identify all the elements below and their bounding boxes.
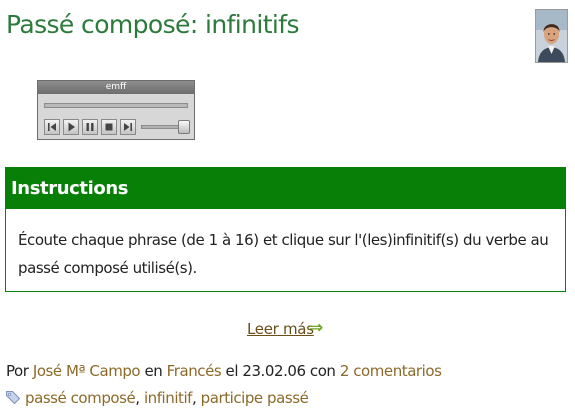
previous-button[interactable] [44,119,60,135]
pause-icon [86,123,94,131]
instructions-heading: Instructions [6,168,565,209]
next-icon [124,123,132,131]
author-link[interactable]: José Mª Campo [33,362,141,380]
post-title[interactable]: Passé composé: infinitifs [6,10,299,39]
tag-link[interactable]: participe passé [201,389,309,407]
read-more-link[interactable]: Leer más [247,320,314,338]
stop-button[interactable] [101,119,117,135]
post-date: 23.02.06 [242,362,306,380]
tag-list: passé composé, infinitif, participe pass… [5,389,309,409]
meta-in: en [144,362,163,380]
tag-link[interactable]: infinitif [144,389,193,407]
player-title-bar: emff [38,81,194,94]
author-avatar [535,9,568,63]
pause-button[interactable] [82,119,98,135]
arrow-right-icon: ⇒ [309,318,324,338]
meta-with: con [309,362,336,380]
tag-link[interactable]: passé composé [25,389,136,407]
tag-separator: , [135,389,140,407]
next-button[interactable] [120,119,136,135]
tag-separator: , [192,389,197,407]
category-link[interactable]: Francés [167,362,222,380]
play-button[interactable] [63,119,79,135]
player-progress-bar[interactable] [44,103,188,108]
tag-icon [5,389,21,409]
stop-icon [105,123,113,131]
comments-link[interactable]: 2 comentarios [340,362,442,380]
instructions-box: Instructions Écoute chaque phrase (de 1 … [5,167,566,292]
post-meta: Por José Mª Campo en Francés el 23.02.06… [6,362,442,380]
audio-player[interactable]: emff [37,80,195,140]
meta-by: Por [6,362,29,380]
instructions-text: Écoute chaque phrase (de 1 à 16) et cliq… [18,231,549,277]
volume-slider-handle[interactable] [178,120,190,134]
previous-icon [48,123,56,131]
play-icon [68,122,75,132]
meta-on: el [225,362,239,380]
